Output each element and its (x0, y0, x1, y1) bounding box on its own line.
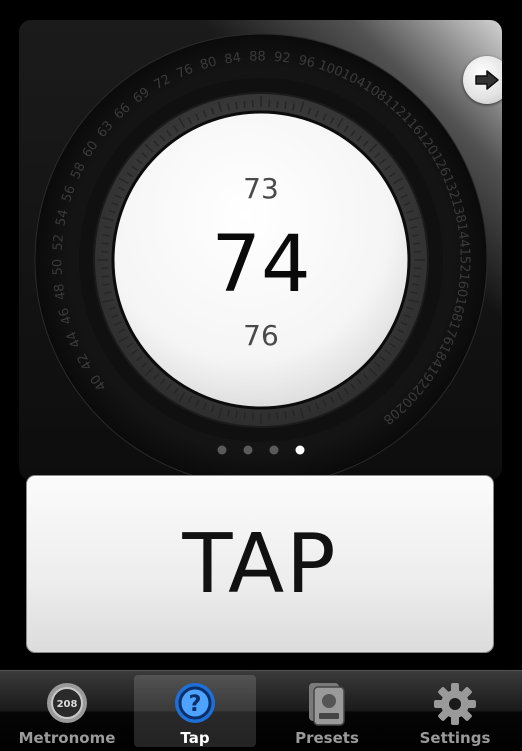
dial-tick (102, 243, 109, 244)
tab-settings-label: Settings (390, 729, 520, 747)
gear-icon (432, 681, 478, 727)
dial-tick (413, 276, 420, 277)
next-bpm: 76 (243, 319, 279, 352)
dial-panel: 4042444648505254565860636669727680848892… (19, 20, 502, 480)
scale-label: 152 (457, 248, 472, 273)
page-dot[interactable] (296, 446, 305, 455)
scale-label: 88 (249, 49, 266, 64)
prev-bpm: 73 (243, 172, 279, 205)
scale-label: 144 (454, 222, 472, 248)
tab-tap-label: Tap (134, 729, 256, 747)
tempo-dial[interactable]: 4042444648505254565860636669727680848892… (19, 20, 502, 480)
tab-settings[interactable]: Settings (390, 671, 520, 751)
tab-bar: 208 Metronome ? Tap Presets (0, 670, 522, 751)
metronome-icon: 208 (45, 681, 89, 725)
dial-tick (244, 101, 245, 108)
scale-label: 84 (224, 50, 242, 67)
tap-icon-badge: ? (189, 692, 202, 717)
dial-tick (277, 412, 278, 419)
scale-label: 48 (52, 282, 69, 301)
page-dot[interactable] (244, 446, 253, 455)
tab-tap[interactable]: ? Tap (134, 675, 256, 747)
presets-icon (305, 681, 349, 727)
question-icon: ? (173, 681, 217, 725)
tab-presets-label: Presets (262, 729, 392, 747)
dial-tick (413, 243, 420, 244)
scale-label: 92 (273, 50, 291, 67)
right-arrow-icon (474, 69, 500, 91)
scale-label: 160 (454, 272, 472, 298)
tap-button[interactable]: TAP (27, 476, 493, 652)
dial-tick (244, 412, 245, 419)
tab-metronome[interactable]: 208 Metronome (2, 671, 132, 751)
dial-tick (277, 101, 278, 108)
dial-tick (102, 276, 109, 277)
tab-metronome-label: Metronome (2, 729, 132, 747)
page-dot[interactable] (218, 446, 227, 455)
scale-label: 50 (50, 259, 66, 276)
current-bpm: 74 (211, 220, 310, 310)
tap-button-label: TAP (182, 517, 337, 612)
scale-label: 52 (51, 233, 67, 251)
tab-presets[interactable]: Presets (262, 671, 392, 751)
page-dot[interactable] (270, 446, 279, 455)
metronome-icon-badge: 208 (57, 699, 78, 710)
